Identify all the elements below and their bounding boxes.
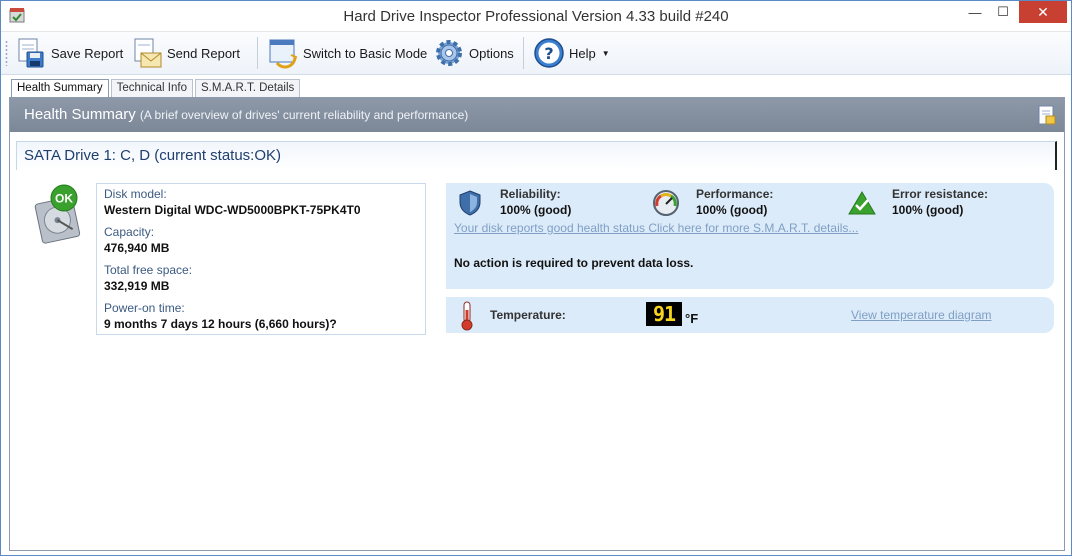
save-report-label: Save Report [51, 45, 124, 61]
disk-model-value: Western Digital WDC-WD5000BPKT-75PK4T0 [104, 203, 361, 217]
drive-title: SATA Drive 1: C, D (current status:OK) [24, 147, 282, 164]
tab-strip: Health Summary Technical Info S.M.A.R.T.… [11, 79, 302, 99]
toolbar-grip[interactable] [5, 40, 8, 66]
title-bar: Hard Drive Inspector Professional Versio… [1, 1, 1071, 32]
tab-health-summary[interactable]: Health Summary [11, 79, 109, 99]
report-icon[interactable] [1038, 105, 1056, 125]
capacity-value: 476,940 MB [104, 241, 170, 255]
options-label: Options [469, 45, 514, 61]
minimize-button[interactable]: — [961, 1, 989, 23]
switch-basic-mode-label: Switch to Basic Mode [303, 45, 428, 61]
error-resistance-label: Error resistance: [892, 187, 989, 201]
ok-badge-text: OK [55, 192, 73, 206]
toolbar: Save Report Send Report Switch to Basic … [1, 32, 1071, 75]
error-resistance-stat: Error resistance: 100% (good) [848, 187, 1028, 219]
capacity-label: Capacity: [104, 225, 155, 239]
maximize-button[interactable]: ☐ [989, 1, 1017, 23]
tab-technical-info[interactable]: Technical Info [110, 79, 193, 97]
power-on-time-label: Power-on time: [104, 301, 185, 315]
section-subtitle: (A brief overview of drives' current rel… [139, 108, 469, 122]
switch-mode-icon [269, 39, 298, 69]
performance-value: 100% (good) [696, 203, 768, 217]
reliability-stat: Reliability: 100% (good) [456, 187, 626, 219]
app-window: Hard Drive Inspector Professional Versio… [0, 0, 1072, 556]
temperature-label: Temperature: [490, 308, 566, 322]
help-label: Help [569, 45, 596, 61]
section-title: Health Summary (A brief overview of driv… [24, 106, 468, 123]
help-button[interactable]: ? Help ▼ [533, 35, 610, 71]
close-button[interactable]: ✕ [1019, 1, 1067, 23]
switch-basic-mode-button[interactable]: Switch to Basic Mode [267, 35, 427, 71]
send-report-icon [134, 38, 162, 68]
temperature-panel: Temperature: 91 °F View temperature diag… [446, 297, 1054, 333]
smart-details-link[interactable]: Your disk reports good health status Cli… [454, 221, 858, 235]
shield-icon [459, 190, 481, 216]
svg-text:?: ? [544, 44, 553, 63]
save-report-button[interactable]: Save Report [15, 35, 123, 71]
send-report-label: Send Report [167, 45, 240, 61]
view-temperature-diagram-link[interactable]: View temperature diagram [851, 308, 992, 322]
send-report-button[interactable]: Send Report [131, 35, 240, 71]
chevron-down-icon: ▼ [601, 48, 610, 58]
drive-title-bar: SATA Drive 1: C, D (current status:OK) [16, 141, 1057, 170]
no-action-message: No action is required to prevent data lo… [454, 256, 694, 270]
save-report-icon [18, 38, 44, 68]
window-title: Hard Drive Inspector Professional Versio… [343, 8, 729, 25]
reliability-value: 100% (good) [500, 203, 572, 217]
toolbar-separator [523, 37, 524, 69]
check-triangle-icon [848, 191, 876, 215]
temperature-value: 91 [646, 302, 682, 326]
health-summary-panel: Health Summary (A brief overview of driv… [9, 97, 1065, 551]
hard-drive-ok-icon: OK [34, 184, 81, 244]
free-space-value: 332,919 MB [104, 279, 170, 293]
section-header: Health Summary (A brief overview of driv… [10, 98, 1064, 132]
free-space-label: Total free space: [104, 263, 193, 277]
tab-smart-details[interactable]: S.M.A.R.T. Details [194, 79, 301, 97]
section-title-text: Health Summary [24, 106, 136, 123]
thermometer-icon [461, 301, 473, 331]
help-icon: ? [534, 38, 564, 68]
power-on-time-value: 9 months 7 days 12 hours (6,660 hours)? [104, 317, 337, 331]
error-resistance-value: 100% (good) [892, 203, 964, 217]
health-status-panel: Reliability: 100% (good) Performance: 10… [446, 183, 1054, 289]
temperature-unit: °F [685, 311, 699, 326]
disk-info-box: Disk model: Western Digital WDC-WD5000BP… [96, 183, 426, 335]
gear-icon [436, 40, 462, 66]
toolbar-separator [257, 37, 258, 69]
reliability-label: Reliability: [500, 187, 561, 201]
options-button[interactable]: Options [433, 35, 514, 71]
performance-stat: Performance: 100% (good) [652, 187, 822, 219]
speedometer-icon [653, 190, 679, 216]
disk-model-label: Disk model: [104, 187, 167, 201]
performance-label: Performance: [696, 187, 774, 201]
